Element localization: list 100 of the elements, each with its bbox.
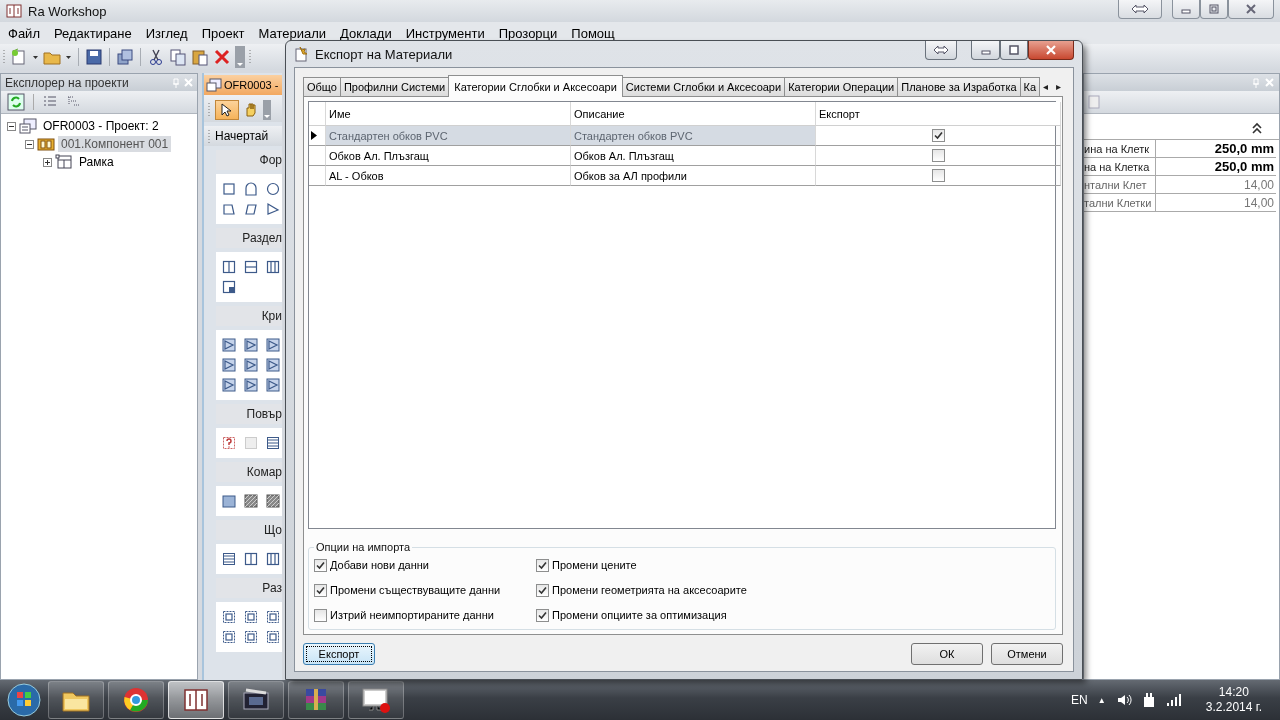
checkbox-label[interactable]: Промени цените (552, 559, 637, 571)
column-header[interactable]: Описание (571, 102, 816, 126)
pointer-tool-button[interactable] (215, 100, 239, 120)
menu-item[interactable]: Изглед (138, 25, 195, 41)
power-plug-icon[interactable] (1141, 692, 1156, 708)
checkbox-label[interactable]: Промени геометрията на аксесоарите (552, 584, 747, 596)
collapse-icon[interactable] (1251, 122, 1263, 134)
checkbox[interactable] (931, 149, 945, 162)
checkbox[interactable] (536, 558, 549, 572)
tab[interactable]: Категории Сглобки и Аксесоари (448, 75, 623, 97)
checkbox-label[interactable]: Промени опциите за оптимизация (552, 609, 727, 621)
menu-item[interactable]: Инструменти (398, 25, 492, 41)
minimize-button[interactable] (971, 41, 1000, 60)
checkbox-label[interactable]: Добави нови данни (330, 559, 429, 571)
section-header[interactable]: Що (216, 520, 282, 540)
speaker-icon[interactable] (1115, 693, 1132, 707)
scroll-arrow[interactable]: ▸ (1056, 81, 1062, 92)
checkbox-label[interactable]: Промени съществуващите данни (330, 584, 501, 596)
checkbox[interactable] (931, 169, 945, 182)
taskbar-button[interactable] (48, 681, 104, 719)
dialog-title: Експорт на Материали (315, 46, 453, 62)
tab[interactable]: Профилни Системи (339, 77, 450, 96)
section-header[interactable]: Кри (216, 306, 282, 326)
taskbar-button[interactable] (348, 681, 404, 719)
taskbar-button[interactable] (168, 681, 224, 719)
tab[interactable]: Категории Операции (784, 77, 899, 96)
tab[interactable]: Планове за Изработка (897, 77, 1021, 96)
menu-item[interactable]: Помощ (564, 25, 622, 41)
cut-icon[interactable] (147, 48, 165, 66)
signal-icon[interactable] (1165, 693, 1182, 707)
hand-icon[interactable] (243, 102, 259, 118)
property-value[interactable]: 250,0 mm (1156, 140, 1276, 157)
copy-icon[interactable] (169, 48, 187, 66)
menu-item[interactable]: Проект (194, 25, 252, 41)
menu-item[interactable]: Материали (251, 25, 333, 41)
property-value[interactable]: 14,00 (1156, 176, 1276, 193)
section-header[interactable]: Раз (216, 578, 282, 598)
table-cell[interactable]: Стандартен обков PVC (326, 126, 571, 146)
start-orb-icon (6, 682, 42, 718)
checkbox[interactable] (314, 558, 327, 572)
start-button[interactable] (4, 681, 44, 719)
collapse-toggle[interactable] (7, 121, 16, 131)
column-header[interactable]: Име (326, 102, 571, 126)
table-cell[interactable]: Обков за АЛ профили (571, 166, 816, 186)
browser-icon (122, 686, 150, 714)
delete-icon[interactable] (213, 48, 231, 66)
property-value[interactable]: 250,0 mm (1156, 158, 1276, 175)
taskbar-button[interactable] (228, 681, 284, 719)
menu-item[interactable]: Доклади (333, 25, 399, 41)
checkbox[interactable] (536, 583, 549, 597)
resize-button[interactable] (925, 41, 957, 60)
column-header[interactable]: Експорт (816, 102, 1061, 126)
table-cell[interactable]: Обков Ал. Плъзгащ (326, 146, 571, 166)
language-indicator[interactable]: EN (1071, 693, 1088, 707)
save-icon[interactable] (85, 48, 103, 66)
close-button[interactable] (1228, 0, 1274, 19)
menu-item[interactable]: Файл (1, 25, 47, 41)
checkbox[interactable] (314, 608, 327, 622)
section-header[interactable]: Фор (216, 150, 282, 170)
export-button[interactable]: Експорт (303, 643, 375, 665)
menu-item[interactable]: Редактиране (46, 25, 139, 41)
tree-item[interactable]: 001.Компонент 001 (58, 136, 172, 152)
tree-item[interactable]: Рамка (76, 154, 117, 170)
section-header[interactable]: Комар (216, 462, 282, 482)
restore-button[interactable] (1200, 0, 1228, 19)
tab[interactable]: Системи Сглобки и Аксесоари (621, 77, 786, 96)
section-header[interactable]: Раздел (216, 228, 282, 248)
checkbox[interactable] (931, 129, 945, 142)
property-value[interactable]: 14,00 (1156, 194, 1276, 211)
close-icon (1245, 4, 1257, 14)
show-hidden-icons[interactable]: ▲ (1097, 695, 1106, 705)
paste-icon[interactable] (191, 48, 209, 66)
checkbox[interactable] (314, 583, 327, 597)
table-cell[interactable]: Стандартен обков PVC (571, 126, 816, 146)
cancel-button[interactable]: Отмени (991, 643, 1063, 665)
section-header[interactable]: Повър (216, 404, 282, 424)
checkbox[interactable] (536, 608, 549, 622)
tree-item[interactable]: OFR0003 - Проект: 2 (40, 118, 162, 134)
taskbar-button[interactable] (108, 681, 164, 719)
overflow-icon[interactable] (235, 46, 245, 68)
scroll-arrow[interactable]: ◂ (1043, 81, 1049, 92)
sash-icon (222, 338, 236, 352)
taskbar-button[interactable] (288, 681, 344, 719)
refresh-icon[interactable] (7, 93, 25, 111)
clock[interactable]: 14:20 3.2.2014 г. (1205, 685, 1262, 715)
checkbox-label[interactable]: Изтрий неимпортираните данни (330, 609, 494, 621)
tab[interactable]: Ка (1019, 77, 1041, 96)
collapse-toggle[interactable] (25, 139, 34, 149)
table-cell[interactable]: AL - Обков (326, 166, 571, 186)
stacked-pages-icon[interactable] (116, 48, 134, 66)
ok-button[interactable]: ОК (911, 643, 983, 665)
close-button[interactable] (1028, 41, 1074, 60)
table-cell[interactable]: Обков Ал. Плъзгащ (571, 146, 816, 166)
maximize-button[interactable] (1000, 41, 1028, 60)
resize-button[interactable] (1118, 0, 1162, 19)
menu-item[interactable]: Прозорци (491, 25, 565, 41)
tab[interactable]: Общо (303, 77, 341, 96)
expand-toggle[interactable] (43, 157, 52, 167)
overflow-icon[interactable] (263, 100, 271, 120)
minimize-button[interactable] (1172, 0, 1200, 19)
